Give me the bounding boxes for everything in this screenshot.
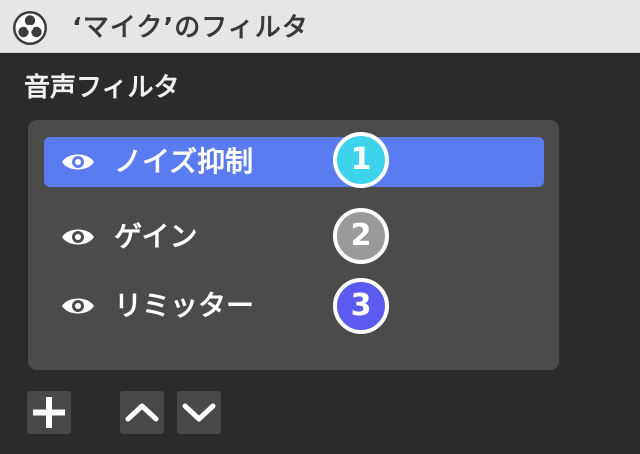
filter-item-limiter[interactable]: リミッター (44, 281, 544, 331)
chevron-down-icon (182, 403, 216, 422)
eye-icon[interactable] (60, 293, 96, 319)
window-title: ‘マイク’のフィルタ (72, 13, 309, 43)
plus-icon (33, 397, 65, 428)
move-up-button[interactable] (120, 391, 164, 434)
add-filter-button[interactable] (27, 391, 71, 434)
filter-label: ゲイン (114, 220, 198, 253)
number-badge: 1 (333, 132, 389, 188)
move-down-button[interactable] (177, 391, 221, 434)
filter-list: ノイズ抑制 1 ゲイン 2 リミッター 3 (28, 120, 559, 370)
filter-label: ノイズ抑制 (114, 145, 254, 178)
number-badge: 3 (333, 278, 389, 334)
filter-item-noise-suppression[interactable]: ノイズ抑制 (44, 137, 544, 187)
number-badge: 2 (333, 208, 389, 264)
obs-logo-icon (13, 11, 47, 45)
eye-icon[interactable] (60, 149, 96, 175)
filter-item-gain[interactable]: ゲイン (44, 212, 544, 262)
section-title-audio-filters: 音声フィルタ (24, 73, 180, 103)
chevron-up-icon (125, 403, 159, 422)
eye-icon[interactable] (60, 224, 96, 250)
filter-label: リミッター (114, 289, 255, 322)
title-bar: ‘マイク’のフィルタ (0, 0, 640, 53)
